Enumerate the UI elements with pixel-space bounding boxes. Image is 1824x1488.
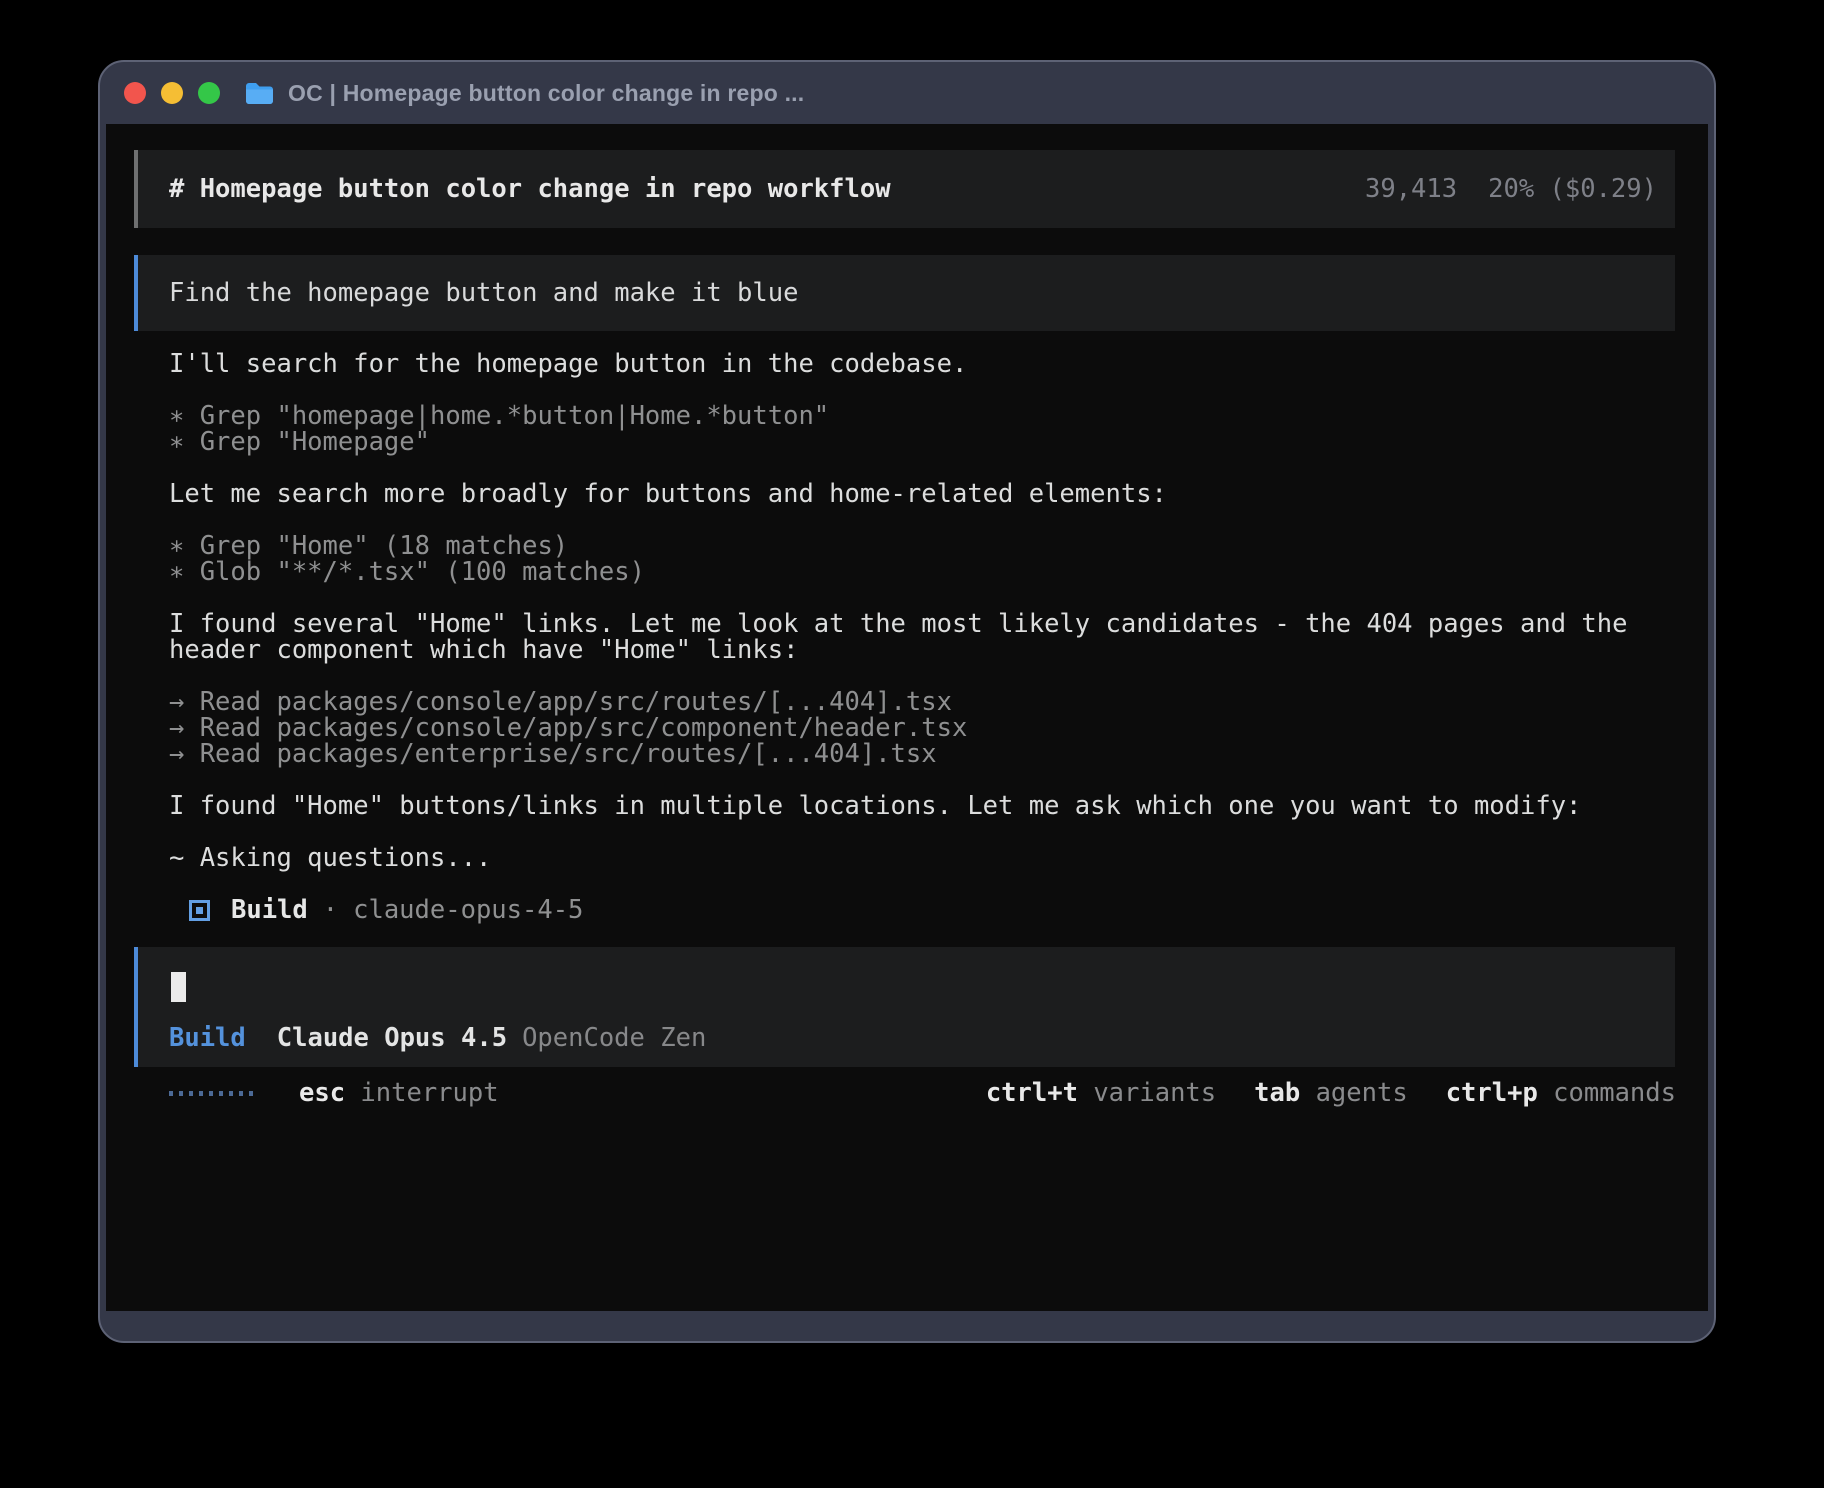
window-controls (124, 82, 220, 104)
spinner-dots (169, 1091, 253, 1096)
session-header: # Homepage button color change in repo w… (134, 150, 1675, 228)
agents-hint: tab agents (1254, 1080, 1408, 1106)
session-stats: 39,413 20% ($0.29) (1365, 176, 1657, 202)
user-message: Find the homepage button and make it blu… (134, 255, 1675, 331)
spinner-dot (179, 1091, 183, 1096)
token-count: 39,413 (1365, 176, 1457, 202)
assistant-text: I'll search for the homepage button in t… (169, 351, 1675, 377)
tool-call-group: ∗ Grep "Home" (18 matches) ∗ Glob "**/*.… (169, 533, 1675, 585)
folder-icon (244, 81, 275, 106)
interrupt-hint: esc interrupt (299, 1080, 499, 1106)
variants-hint: ctrl+t variants (986, 1080, 1216, 1106)
context-cost: 20% ($0.29) (1488, 176, 1657, 202)
terminal-window: OC | Homepage button color change in rep… (98, 60, 1716, 1343)
spinner-dot (209, 1091, 213, 1096)
text-cursor (171, 972, 186, 1002)
separator-dot: · (323, 897, 338, 923)
provider-label: OpenCode Zen (522, 1025, 706, 1051)
spinner-dot (189, 1091, 193, 1096)
tool-call-read: → Read packages/console/app/src/componen… (169, 715, 1675, 741)
commands-hint: ctrl+p commands (1446, 1080, 1676, 1106)
tool-call-glob: ∗ Glob "**/*.tsx" (100 matches) (169, 559, 1675, 585)
assistant-text: I found several "Home" links. Let me loo… (169, 611, 1675, 663)
zoom-button[interactable] (198, 82, 220, 104)
mode-label: Build (169, 1025, 246, 1051)
window-bottom-frame (100, 1311, 1714, 1341)
close-button[interactable] (124, 82, 146, 104)
spinner-dot (219, 1091, 223, 1096)
minimize-button[interactable] (161, 82, 183, 104)
terminal-content: # Homepage button color change in repo w… (106, 124, 1708, 1311)
prompt-input[interactable]: Build Claude Opus 4.5 OpenCode Zen (134, 947, 1675, 1067)
assistant-working-status: ~ Asking questions... (169, 845, 1675, 871)
spinner-dot (249, 1091, 253, 1096)
assistant-text: Let me search more broadly for buttons a… (169, 481, 1675, 507)
tool-call-grep: ∗ Grep "Homepage" (169, 429, 1675, 455)
title-bar: OC | Homepage button color change in rep… (100, 62, 1714, 124)
model-label: Claude Opus 4.5 (277, 1025, 507, 1051)
tool-call-grep: ∗ Grep "Home" (18 matches) (169, 533, 1675, 559)
model-row: Build Claude Opus 4.5 OpenCode Zen (169, 1025, 1675, 1051)
agent-model: claude-opus-4-5 (353, 897, 583, 923)
user-message-text: Find the homepage button and make it blu… (169, 280, 798, 306)
spinner-dot (239, 1091, 243, 1096)
spinner-dot (229, 1091, 233, 1096)
session-title: # Homepage button color change in repo w… (169, 176, 891, 202)
assistant-transcript: I'll search for the homepage button in t… (169, 351, 1675, 923)
tool-call-read: → Read packages/console/app/src/routes/[… (169, 689, 1675, 715)
tool-call-group: ∗ Grep "homepage|home.*button|Home.*butt… (169, 403, 1675, 455)
agent-build-icon (189, 900, 210, 921)
window-title: OC | Homepage button color change in rep… (288, 80, 804, 107)
agent-status-line: Build · claude-opus-4-5 (169, 897, 1675, 923)
hint-label (345, 1078, 360, 1108)
agent-name: Build (231, 897, 308, 923)
tool-call-read: → Read packages/enterprise/src/routes/[.… (169, 741, 1675, 767)
tool-call-grep: ∗ Grep "homepage|home.*button|Home.*butt… (169, 403, 1675, 429)
status-bar: esc interrupt ctrl+t variants tab agents… (169, 1079, 1676, 1106)
spinner-dot (169, 1091, 173, 1096)
shortcut-hints: ctrl+t variants tab agents ctrl+p comman… (986, 1080, 1676, 1106)
assistant-text: I found "Home" buttons/links in multiple… (169, 793, 1675, 819)
tool-call-group: → Read packages/console/app/src/routes/[… (169, 689, 1675, 767)
spinner-dot (199, 1091, 203, 1096)
hint-key: esc (299, 1078, 345, 1108)
